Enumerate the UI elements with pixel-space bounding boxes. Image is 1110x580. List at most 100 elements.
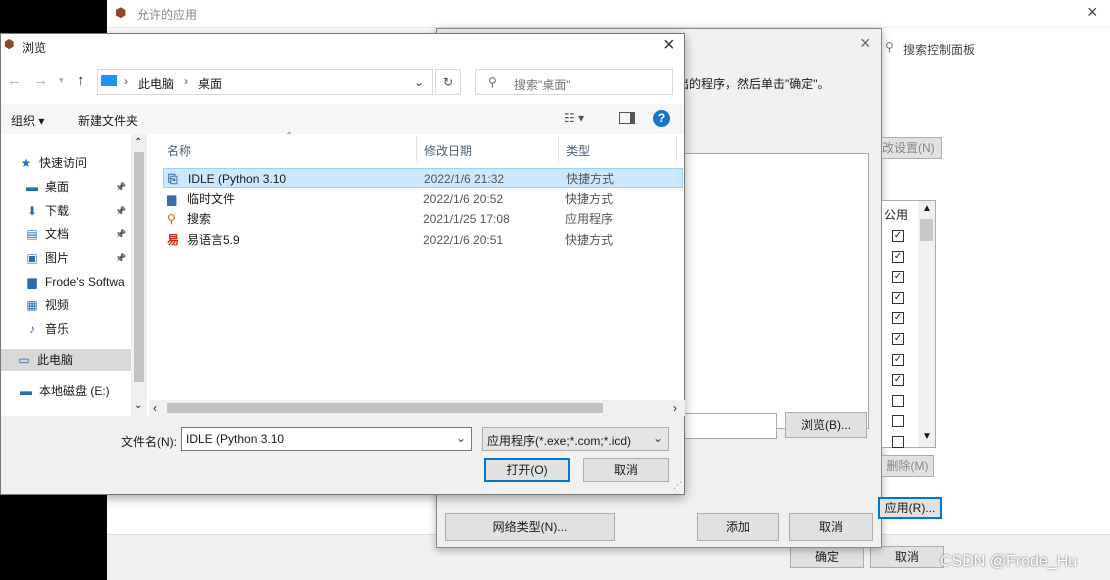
resize-grip-icon[interactable]: ⋰ — [673, 480, 682, 491]
public-checkbox[interactable]: ✓ — [892, 250, 904, 263]
file-row[interactable]: ⎘ IDLE (Python 3.10 2022/1/6 21:32 快捷方式 — [163, 168, 683, 188]
nav-item[interactable]: ▦ 视频 — [23, 294, 69, 316]
recent-dropdown-icon[interactable]: ▾ — [59, 75, 64, 86]
file-name: IDLE (Python 3.10 — [188, 172, 287, 186]
back-icon[interactable]: ← — [7, 72, 22, 89]
public-checkbox[interactable]: ✓ — [892, 271, 904, 284]
nav-item[interactable]: ▣ 图片 📌 — [23, 247, 126, 269]
breadcrumb-this-pc[interactable]: 此电脑 — [138, 75, 174, 92]
nav-item[interactable]: ⬇ 下载 📌 — [23, 200, 126, 222]
organize-menu[interactable]: 组织 ▾ — [11, 112, 44, 129]
nav-item[interactable]: ▆ Frode's Softwa — [23, 271, 125, 293]
file-icon: ⚲ — [167, 212, 176, 226]
cancel-button[interactable]: 取消 — [870, 546, 944, 568]
address-bar[interactable]: › 此电脑 › 桌面 ⌄ — [97, 69, 433, 95]
public-checkbox[interactable]: ✓ — [892, 353, 904, 366]
filename-label: 文件名(N): — [121, 435, 177, 449]
cancel-button[interactable]: 取消 — [789, 513, 873, 541]
public-checkbox[interactable] — [892, 394, 904, 407]
pin-icon[interactable]: 📌 — [115, 223, 126, 245]
close-icon[interactable]: × — [663, 34, 675, 57]
breadcrumb-desktop[interactable]: 桌面 — [198, 75, 222, 92]
nav-item[interactable]: ▬ 桌面 📌 — [23, 176, 126, 198]
search-placeholder: 搜索"桌面" — [514, 78, 571, 92]
column-divider[interactable] — [416, 136, 417, 162]
file-date: 2021/1/25 17:08 — [423, 212, 510, 226]
scroll-down-icon[interactable]: ⌄ — [134, 400, 142, 411]
nav-label: Frode's Softwa — [45, 275, 125, 289]
scroll-up-icon[interactable]: ⌃ — [134, 137, 142, 148]
scroll-thumb[interactable] — [167, 403, 603, 413]
column-divider[interactable] — [676, 136, 677, 162]
scroll-down-icon[interactable]: ▼ — [922, 431, 932, 442]
dialog-cancel-button[interactable]: 取消 — [583, 458, 669, 482]
public-checkbox[interactable]: ✓ — [892, 291, 904, 304]
nav-item[interactable]: ★ 快速访问 — [17, 152, 87, 174]
column-date[interactable]: 修改日期 — [424, 142, 472, 159]
nav-icon: ▣ — [26, 251, 38, 265]
filename-input[interactable]: IDLE (Python 3.10 ⌄ — [181, 427, 472, 451]
public-checkbox[interactable]: ✓ — [892, 230, 904, 242]
public-checkbox[interactable] — [892, 436, 904, 448]
new-folder-button[interactable]: 新建文件夹 — [78, 112, 138, 129]
chevron-right-icon: › — [184, 74, 188, 88]
file-row[interactable]: ▆ 临时文件 2022/1/6 20:52 快捷方式 — [163, 189, 683, 209]
chevron-down-icon[interactable]: ⌄ — [414, 75, 424, 89]
nav-item[interactable]: ♪ 音乐 — [23, 318, 69, 340]
refresh-button[interactable]: ↻ — [435, 69, 461, 95]
nav-item[interactable]: ▬ 本地磁盘 (E:) — [17, 380, 110, 402]
public-checkbox[interactable] — [892, 415, 904, 428]
sort-arrow-icon: ⌃ — [285, 131, 294, 142]
ok-button[interactable]: 确定 — [790, 546, 864, 568]
column-divider[interactable] — [558, 136, 559, 162]
scroll-thumb[interactable] — [134, 152, 144, 382]
browse-button[interactable]: 浏览(B)... — [785, 412, 867, 438]
column-name[interactable]: 名称 — [167, 142, 191, 159]
public-checkbox[interactable]: ✓ — [892, 312, 904, 325]
file-row[interactable]: 易易语言5.9 2022/1/6 20:51 快捷方式 — [163, 230, 683, 250]
nav-item[interactable]: ▤ 文档 📌 — [23, 223, 126, 245]
program-list[interactable] — [677, 153, 869, 429]
nav-label: 文档 — [45, 227, 70, 241]
filetype-select[interactable]: 应用程序(*.exe;*.com;*.icd) ⌄ — [482, 427, 669, 451]
up-icon[interactable]: ↑ — [77, 72, 85, 89]
close-icon[interactable]: × — [1087, 2, 1098, 23]
scroll-thumb[interactable] — [920, 219, 933, 241]
pin-icon[interactable]: 📌 — [115, 247, 126, 269]
file-icon: ▆ — [167, 192, 177, 206]
column-type[interactable]: 类型 — [566, 142, 590, 159]
add-button[interactable]: 添加 — [697, 513, 779, 541]
file-icon: 易 — [167, 233, 180, 247]
remove-button[interactable]: 删除(M) — [882, 455, 934, 477]
pin-icon[interactable]: 📌 — [115, 176, 126, 198]
scroll-right-icon[interactable]: › — [673, 401, 677, 415]
change-settings-button[interactable]: 改设置(N) — [882, 137, 942, 159]
path-field[interactable] — [677, 413, 777, 439]
watermark: CSDN @Frode_Hu — [940, 553, 1078, 570]
computer-icon — [101, 75, 117, 86]
public-checkbox[interactable]: ✓ — [892, 374, 904, 387]
public-checkbox[interactable]: ✓ — [892, 333, 904, 345]
open-button[interactable]: 打开(O) — [484, 458, 570, 482]
nav-label: 下载 — [45, 204, 70, 218]
scroll-up-icon[interactable]: ▲ — [922, 203, 932, 214]
pin-icon[interactable]: 📌 — [115, 200, 126, 222]
chevron-down-icon[interactable]: ⌄ — [456, 431, 466, 445]
nav-item[interactable]: ▭ 此电脑 — [1, 349, 131, 371]
apply-button[interactable]: 应用(R)... — [878, 497, 942, 519]
control-panel-search[interactable]: 搜索控制面板 — [903, 41, 975, 58]
help-icon[interactable]: ? — [653, 110, 670, 127]
forward-icon[interactable]: → — [33, 72, 48, 89]
chevron-down-icon[interactable]: ⌄ — [653, 431, 663, 445]
close-icon[interactable]: × — [860, 33, 871, 54]
navigation-pane: ★ 快速访问 ▬ 桌面 📌 ⬇ 下载 📌 ▤ 文档 📌 ▣ 图片 📌 ▆ Frode's Softwa ▦ 视频 ♪… — [1, 134, 131, 416]
view-options-icon[interactable]: ☷ ▾ — [564, 111, 584, 125]
search-box[interactable]: ⚲ 搜索"桌面" — [475, 69, 673, 95]
file-hscrollbar[interactable]: ‹ › — [149, 400, 685, 416]
file-row[interactable]: ⚲ 搜索 2021/1/25 17:08 应用程序 — [163, 209, 683, 229]
preview-pane-icon[interactable] — [619, 112, 635, 124]
rules-scrollbar[interactable]: ▲ ▼ — [918, 201, 935, 447]
network-type-button[interactable]: 网络类型(N)... — [445, 513, 615, 541]
nav-scrollbar[interactable]: ⌃ ⌄ — [131, 134, 147, 416]
scroll-left-icon[interactable]: ‹ — [153, 401, 157, 415]
